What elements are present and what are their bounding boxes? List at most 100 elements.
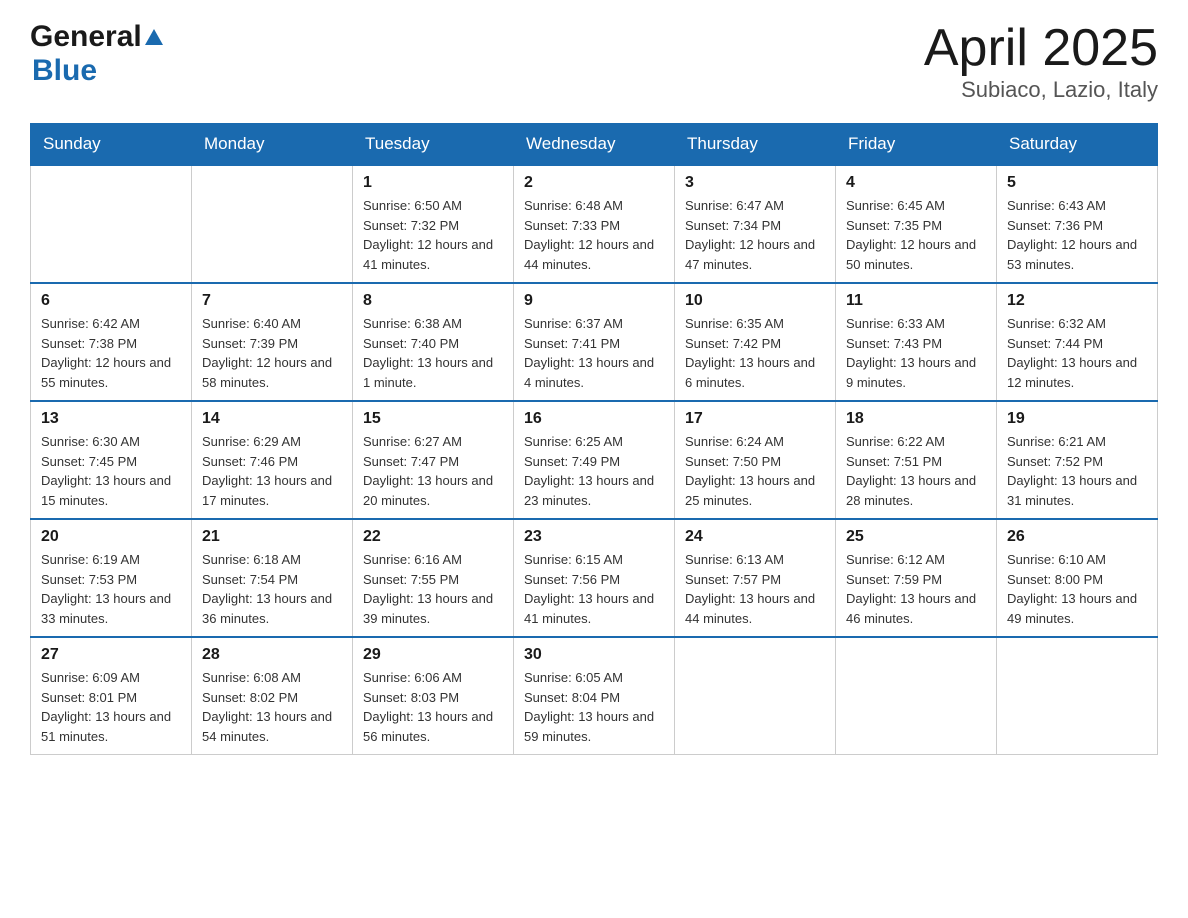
day-info: Sunrise: 6:13 AMSunset: 7:57 PMDaylight:… (685, 550, 825, 628)
day-number: 20 (41, 528, 181, 546)
calendar-cell-w3-d1: 14 Sunrise: 6:29 AMSunset: 7:46 PMDayligh… (192, 401, 353, 519)
header-wednesday: Wednesday (514, 124, 675, 166)
day-number: 7 (202, 292, 342, 310)
logo: General Blue (30, 20, 165, 88)
day-info: Sunrise: 6:12 AMSunset: 7:59 PMDaylight:… (846, 550, 986, 628)
day-number: 25 (846, 528, 986, 546)
day-number: 4 (846, 174, 986, 192)
calendar-cell-w1-d0 (31, 165, 192, 283)
header-sunday: Sunday (31, 124, 192, 166)
day-number: 5 (1007, 174, 1147, 192)
day-number: 21 (202, 528, 342, 546)
calendar-header-row: Sunday Monday Tuesday Wednesday Thursday… (31, 124, 1158, 166)
day-number: 19 (1007, 410, 1147, 428)
calendar-cell-w4-d5: 25 Sunrise: 6:12 AMSunset: 7:59 PMDayligh… (836, 519, 997, 637)
calendar-week-3: 13Sunrise: 6:30 AMSunset: 7:45 PMDayligh… (31, 401, 1158, 519)
calendar-cell-w5-d1: 28 Sunrise: 6:08 AMSunset: 8:02 PMDayligh… (192, 637, 353, 755)
day-info: Sunrise: 6:18 AMSunset: 7:54 PMDaylight:… (202, 550, 342, 628)
logo-general-text: General (30, 20, 142, 54)
title-block: April 2025 Subiaco, Lazio, Italy (924, 20, 1158, 103)
day-number: 8 (363, 292, 503, 310)
day-number: 1 (363, 174, 503, 192)
day-info: Sunrise: 6:21 AMSunset: 7:52 PMDaylight:… (1007, 432, 1147, 510)
calendar-cell-w3-d5: 18Sunrise: 6:22 AMSunset: 7:51 PMDayligh… (836, 401, 997, 519)
calendar-cell-w5-d5 (836, 637, 997, 755)
day-info: Sunrise: 6:45 AMSunset: 7:35 PMDaylight:… (846, 196, 986, 274)
day-number: 9 (524, 292, 664, 310)
day-number: 28 (202, 646, 342, 664)
calendar-cell-w4-d4: 24 Sunrise: 6:13 AMSunset: 7:57 PMDayligh… (675, 519, 836, 637)
day-number: 23 (524, 528, 664, 546)
calendar-cell-w4-d2: 22 Sunrise: 6:16 AMSunset: 7:55 PMDayligh… (353, 519, 514, 637)
day-number: 6 (41, 292, 181, 310)
calendar-cell-w5-d3: 30 Sunrise: 6:05 AMSunset: 8:04 PMDayligh… (514, 637, 675, 755)
day-number: 29 (363, 646, 503, 664)
calendar-cell-w2-d3: 9 Sunrise: 6:37 AMSunset: 7:41 PMDaylight… (514, 283, 675, 401)
day-number: 14 (202, 410, 342, 428)
calendar-cell-w2-d2: 8Sunrise: 6:38 AMSunset: 7:40 PMDaylight… (353, 283, 514, 401)
calendar-cell-w1-d4: 3 Sunrise: 6:47 AMSunset: 7:34 PMDaylight… (675, 165, 836, 283)
header-friday: Friday (836, 124, 997, 166)
calendar-week-5: 27Sunrise: 6:09 AMSunset: 8:01 PMDayligh… (31, 637, 1158, 755)
day-info: Sunrise: 6:15 AMSunset: 7:56 PMDaylight:… (524, 550, 664, 628)
calendar-table: Sunday Monday Tuesday Wednesday Thursday… (30, 123, 1158, 755)
day-info: Sunrise: 6:32 AMSunset: 7:44 PMDaylight:… (1007, 314, 1147, 392)
calendar-cell-w1-d2: 1Sunrise: 6:50 AMSunset: 7:32 PMDaylight… (353, 165, 514, 283)
page-header: General Blue April 2025 Subiaco, Lazio, … (30, 20, 1158, 103)
calendar-cell-w2-d5: 11Sunrise: 6:33 AMSunset: 7:43 PMDayligh… (836, 283, 997, 401)
calendar-cell-w1-d5: 4 Sunrise: 6:45 AMSunset: 7:35 PMDaylight… (836, 165, 997, 283)
day-number: 22 (363, 528, 503, 546)
logo-blue-text: Blue (32, 54, 97, 88)
day-info: Sunrise: 6:05 AMSunset: 8:04 PMDaylight:… (524, 668, 664, 746)
day-info: Sunrise: 6:22 AMSunset: 7:51 PMDaylight:… (846, 432, 986, 510)
calendar-cell-w4-d1: 21 Sunrise: 6:18 AMSunset: 7:54 PMDayligh… (192, 519, 353, 637)
day-number: 16 (524, 410, 664, 428)
logo-triangle-icon (143, 27, 165, 49)
header-thursday: Thursday (675, 124, 836, 166)
page-subtitle: Subiaco, Lazio, Italy (924, 77, 1158, 103)
day-info: Sunrise: 6:16 AMSunset: 7:55 PMDaylight:… (363, 550, 503, 628)
day-info: Sunrise: 6:19 AMSunset: 7:53 PMDaylight:… (41, 550, 181, 628)
calendar-cell-w3-d4: 17Sunrise: 6:24 AMSunset: 7:50 PMDayligh… (675, 401, 836, 519)
day-number: 12 (1007, 292, 1147, 310)
calendar-cell-w3-d3: 16Sunrise: 6:25 AMSunset: 7:49 PMDayligh… (514, 401, 675, 519)
calendar-cell-w2-d1: 7Sunrise: 6:40 AMSunset: 7:39 PMDaylight… (192, 283, 353, 401)
calendar-cell-w2-d4: 10Sunrise: 6:35 AMSunset: 7:42 PMDayligh… (675, 283, 836, 401)
calendar-week-2: 6Sunrise: 6:42 AMSunset: 7:38 PMDaylight… (31, 283, 1158, 401)
day-info: Sunrise: 6:47 AMSunset: 7:34 PMDaylight:… (685, 196, 825, 274)
calendar-cell-w2-d0: 6Sunrise: 6:42 AMSunset: 7:38 PMDaylight… (31, 283, 192, 401)
header-tuesday: Tuesday (353, 124, 514, 166)
day-number: 26 (1007, 528, 1147, 546)
calendar-week-1: 1Sunrise: 6:50 AMSunset: 7:32 PMDaylight… (31, 165, 1158, 283)
calendar-cell-w3-d0: 13Sunrise: 6:30 AMSunset: 7:45 PMDayligh… (31, 401, 192, 519)
calendar-cell-w5-d0: 27Sunrise: 6:09 AMSunset: 8:01 PMDayligh… (31, 637, 192, 755)
calendar-week-4: 20 Sunrise: 6:19 AMSunset: 7:53 PMDayligh… (31, 519, 1158, 637)
calendar-cell-w5-d4 (675, 637, 836, 755)
calendar-cell-w4-d0: 20 Sunrise: 6:19 AMSunset: 7:53 PMDayligh… (31, 519, 192, 637)
header-saturday: Saturday (997, 124, 1158, 166)
day-info: Sunrise: 6:29 AMSunset: 7:46 PMDaylight:… (202, 432, 342, 510)
day-number: 30 (524, 646, 664, 664)
day-info: Sunrise: 6:10 AMSunset: 8:00 PMDaylight:… (1007, 550, 1147, 628)
calendar-cell-w3-d6: 19 Sunrise: 6:21 AMSunset: 7:52 PMDayligh… (997, 401, 1158, 519)
day-number: 24 (685, 528, 825, 546)
day-number: 3 (685, 174, 825, 192)
day-info: Sunrise: 6:08 AMSunset: 8:02 PMDaylight:… (202, 668, 342, 746)
day-info: Sunrise: 6:24 AMSunset: 7:50 PMDaylight:… (685, 432, 825, 510)
day-info: Sunrise: 6:33 AMSunset: 7:43 PMDaylight:… (846, 314, 986, 392)
day-number: 27 (41, 646, 181, 664)
calendar-cell-w4-d6: 26 Sunrise: 6:10 AMSunset: 8:00 PMDayligh… (997, 519, 1158, 637)
calendar-cell-w5-d6 (997, 637, 1158, 755)
day-info: Sunrise: 6:06 AMSunset: 8:03 PMDaylight:… (363, 668, 503, 746)
calendar-cell-w5-d2: 29 Sunrise: 6:06 AMSunset: 8:03 PMDayligh… (353, 637, 514, 755)
calendar-cell-w1-d3: 2Sunrise: 6:48 AMSunset: 7:33 PMDaylight… (514, 165, 675, 283)
day-info: Sunrise: 6:27 AMSunset: 7:47 PMDaylight:… (363, 432, 503, 510)
page-title: April 2025 (924, 20, 1158, 77)
day-info: Sunrise: 6:48 AMSunset: 7:33 PMDaylight:… (524, 196, 664, 274)
day-info: Sunrise: 6:35 AMSunset: 7:42 PMDaylight:… (685, 314, 825, 392)
day-number: 13 (41, 410, 181, 428)
day-info: Sunrise: 6:37 AMSunset: 7:41 PMDaylight:… (524, 314, 664, 392)
calendar-cell-w1-d1 (192, 165, 353, 283)
calendar-cell-w3-d2: 15 Sunrise: 6:27 AMSunset: 7:47 PMDayligh… (353, 401, 514, 519)
day-number: 15 (363, 410, 503, 428)
